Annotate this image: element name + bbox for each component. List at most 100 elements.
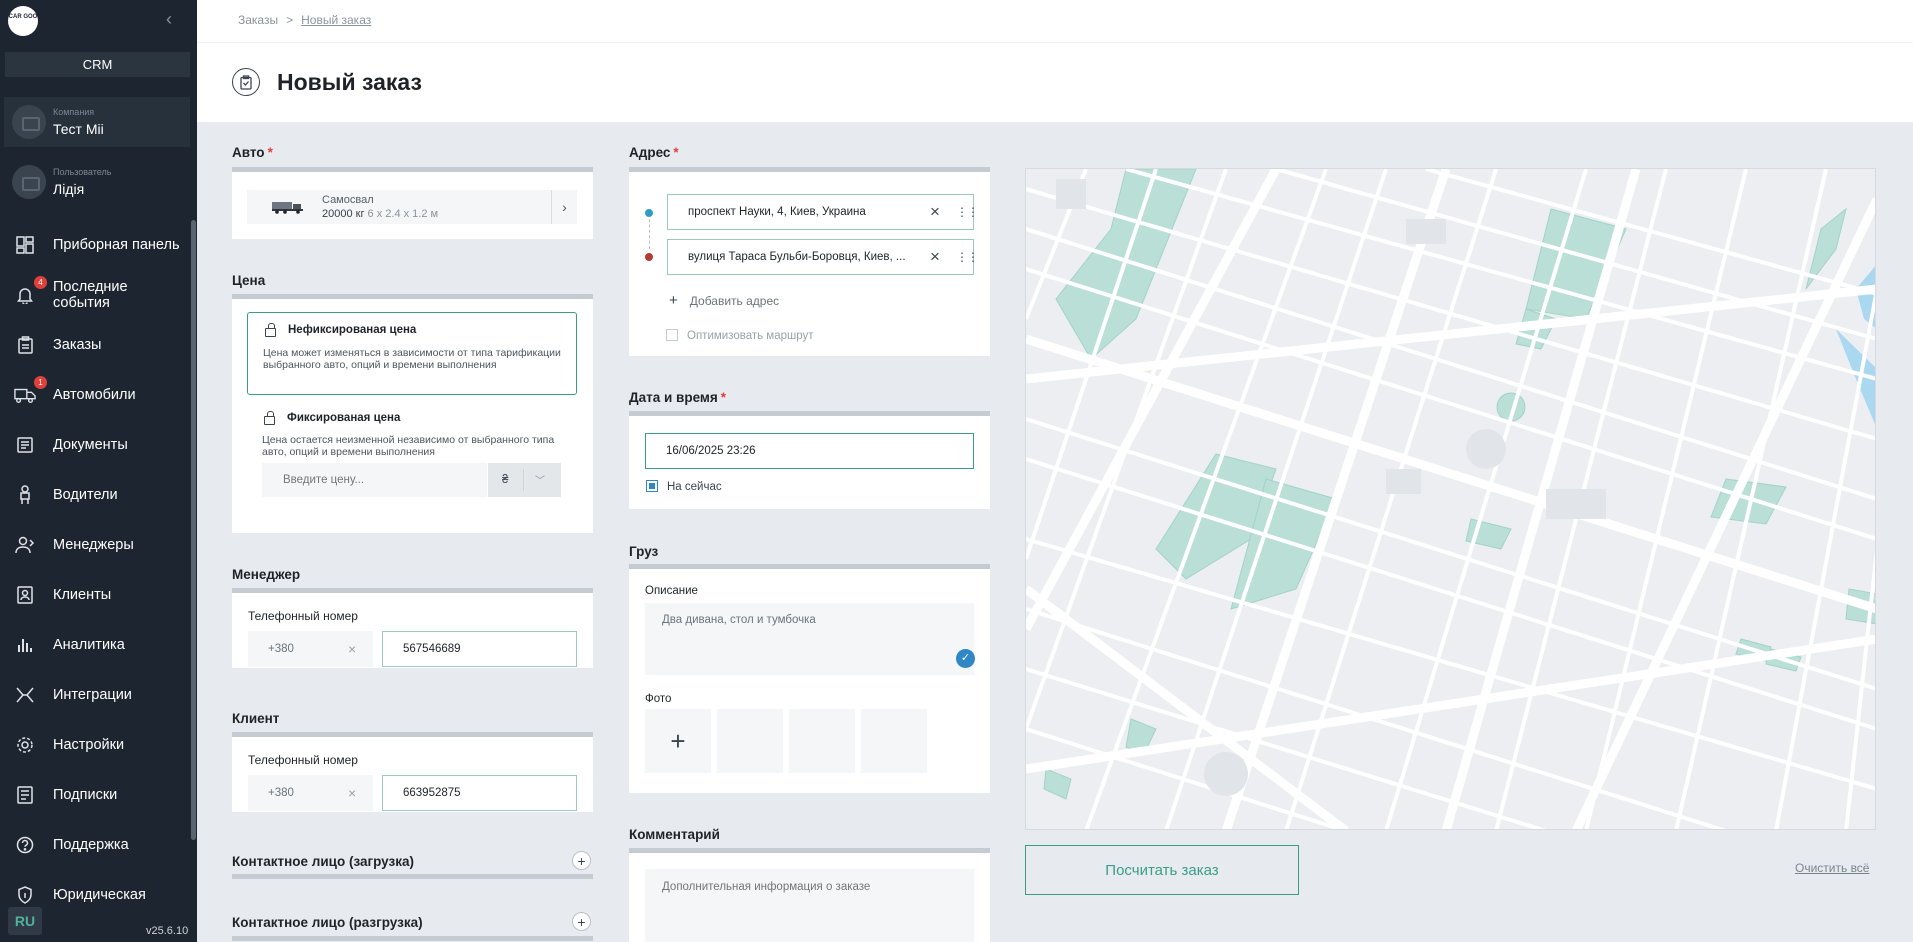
sidebar-item-drivers[interactable]: Водители: [0, 470, 190, 520]
clear-icon[interactable]: ×: [348, 785, 356, 801]
calculate-order-button[interactable]: Посчитать заказ: [1025, 845, 1299, 895]
photo-slot[interactable]: [861, 709, 927, 773]
comment-heading: Комментарий: [629, 827, 720, 842]
fixed-price-option[interactable]: Фиксированая цена Цена остается неизменн…: [247, 401, 577, 521]
clients-icon: [14, 584, 36, 606]
sidebar-item-integrations[interactable]: Интеграции: [0, 670, 190, 720]
datetime-input[interactable]: 16/06/2025 23:26: [645, 433, 974, 469]
sidebar-item-label: Последние события: [53, 279, 128, 311]
photo-slot[interactable]: [789, 709, 855, 773]
manager-phone-input[interactable]: 567546689: [382, 631, 577, 667]
section-divider: [232, 874, 593, 879]
top-bar: Заказы > Новый заказ: [197, 0, 1913, 42]
contact-load-heading: Контактное лицо (загрузка): [232, 854, 414, 869]
required-mark: *: [673, 145, 679, 160]
price-input[interactable]: [262, 463, 487, 497]
photo-slot[interactable]: [717, 709, 783, 773]
sidebar-item-analytics[interactable]: Аналитика: [0, 620, 190, 670]
sidebar-item-label: Аналитика: [53, 637, 125, 653]
drag-handle-icon[interactable]: ⋮⋮: [956, 205, 979, 219]
optimize-route-checkbox[interactable]: Оптимизовать маршрут: [666, 329, 814, 342]
cargo-photo-label: Фото: [645, 693, 672, 705]
analytics-icon: [14, 634, 36, 656]
client-country-code[interactable]: +380 ×: [248, 775, 373, 811]
sidebar-item-documents[interactable]: Документы: [0, 420, 190, 470]
divider: [523, 469, 524, 491]
sidebar: CAR GOO ‹ CRM Компания Тест Mii Пользова…: [0, 0, 197, 942]
sidebar-item-subscriptions[interactable]: Подписки: [0, 770, 190, 820]
breadcrumb-orders-link[interactable]: Заказы: [238, 13, 278, 27]
now-label: На сейчас: [667, 481, 722, 493]
vehicle-specs: 20000 кг 6 x 2.4 x 1.2 м: [322, 208, 438, 220]
client-card: Телефонный номер +380 × 663952875: [232, 732, 593, 812]
client-heading: Клиент: [232, 711, 280, 726]
map-canvas: [1026, 169, 1875, 829]
comment-textarea[interactable]: [645, 869, 974, 942]
add-contact-load-button[interactable]: +: [572, 851, 591, 870]
required-mark: *: [267, 145, 273, 160]
clipboard-icon: [14, 334, 36, 356]
clear-icon[interactable]: ×: [348, 641, 356, 657]
sidebar-item-label: Клиенты: [53, 587, 112, 603]
manager-country-code[interactable]: +380 ×: [248, 631, 373, 667]
clear-icon[interactable]: ×: [930, 202, 940, 222]
contact-unload-heading: Контактное лицо (разгрузка): [232, 915, 423, 930]
destination-address-input[interactable]: вулиця Тараса Бульби-Боровця, Киев, ... …: [667, 239, 979, 275]
optimize-route-label: Оптимизовать маршрут: [687, 330, 814, 342]
clear-all-link[interactable]: Очистить всё: [1795, 861, 1869, 875]
add-address-button[interactable]: + Добавить адрес: [669, 292, 779, 309]
sidebar-item-dashboard[interactable]: Приборная панель: [0, 220, 190, 270]
breadcrumb-current[interactable]: Новый заказ: [301, 13, 371, 27]
sidebar-item-cars[interactable]: 1 Автомобили: [0, 370, 190, 420]
clear-icon[interactable]: ×: [930, 247, 940, 267]
documents-icon: [14, 434, 36, 456]
user-selector[interactable]: Пользователь Лідія: [4, 157, 190, 207]
destination-marker-icon: [645, 253, 653, 261]
help-icon: [14, 834, 36, 856]
unfixed-price-description: Цена может изменяться в зависимости от т…: [263, 347, 561, 371]
sidebar-scrollbar[interactable]: [191, 220, 196, 840]
sidebar-item-events[interactable]: 4 Последние события: [0, 270, 190, 320]
sidebar-item-managers[interactable]: Менеджеры: [0, 520, 190, 570]
vehicle-capacity: 20000 кг: [322, 208, 365, 220]
unfixed-price-option[interactable]: Нефиксированая цена Цена может изменятьс…: [247, 312, 577, 395]
destination-address-value: вулиця Тараса Бульби-Боровця, Киев, ...: [688, 251, 906, 263]
sidebar-item-clients[interactable]: Клиенты: [0, 570, 190, 620]
sidebar-item-label: Документы: [53, 437, 128, 453]
title-bar: Новый заказ: [197, 42, 1913, 122]
sidebar-item-label: Подписки: [53, 787, 118, 803]
sidebar-item-orders[interactable]: Заказы: [0, 320, 190, 370]
datetime-card: 16/06/2025 23:26 На сейчас: [629, 411, 990, 509]
crm-label[interactable]: CRM: [5, 52, 190, 77]
add-contact-unload-button[interactable]: +: [572, 912, 591, 931]
drag-handle-icon[interactable]: ⋮⋮: [956, 250, 979, 264]
currency-select[interactable]: ₴ ﹀: [488, 463, 561, 497]
lock-icon: [265, 323, 276, 337]
sidebar-item-settings[interactable]: Настройки: [0, 720, 190, 770]
sidebar-item-support[interactable]: Поддержка: [0, 820, 190, 870]
language-switch[interactable]: RU: [8, 907, 42, 935]
origin-marker-icon: [645, 209, 653, 217]
user-label: Пользователь: [53, 167, 112, 177]
vehicle-selector[interactable]: Самосвал 20000 кг 6 x 2.4 x 1.2 м ›: [247, 190, 577, 224]
add-photo-button[interactable]: +: [645, 709, 711, 773]
sidebar-item-label: Менеджеры: [53, 537, 134, 553]
address-heading: Адрес *: [629, 145, 679, 160]
collapse-sidebar-icon[interactable]: ‹: [166, 9, 172, 30]
logo-text: CAR GOO: [8, 14, 38, 20]
company-selector[interactable]: Компания Тест Mii: [4, 97, 190, 147]
origin-address-input[interactable]: проспект Науки, 4, Киев, Украина × ⋮⋮: [667, 194, 979, 230]
section-divider: [232, 936, 593, 941]
client-phone-input[interactable]: 663952875: [382, 775, 577, 811]
sidebar-item-label: Автомобили: [53, 387, 136, 403]
sidebar-item-label: Заказы: [53, 337, 102, 353]
breadcrumb: Заказы > Новый заказ: [238, 13, 371, 27]
user-name: Лідія: [53, 181, 85, 197]
route-map[interactable]: [1025, 168, 1876, 830]
now-checkbox[interactable]: На сейчас: [646, 480, 722, 493]
chevron-right-icon[interactable]: ›: [551, 190, 577, 224]
client-phone-label: Телефонный номер: [248, 753, 358, 767]
cargoo-logo[interactable]: CAR GOO: [8, 6, 38, 36]
cargo-description-textarea[interactable]: Два дивана, стол и тумбочка ✓: [645, 603, 975, 675]
vehicle-name: Самосвал: [322, 194, 374, 206]
